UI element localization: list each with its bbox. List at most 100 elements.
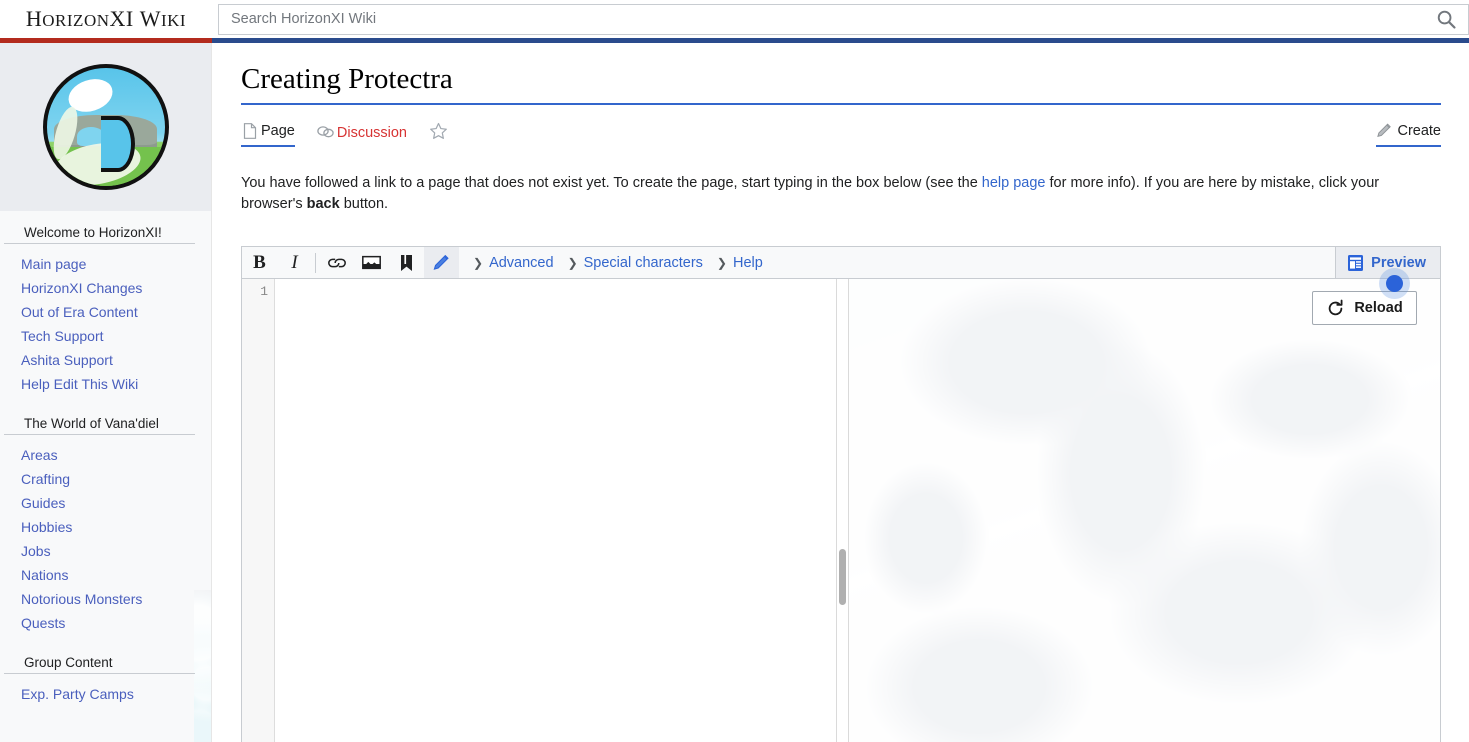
sidebar-item-nations[interactable]: Nations — [0, 563, 211, 587]
sidebar-item-horizonxi-changes[interactable]: HorizonXI Changes — [0, 276, 211, 300]
italic-button[interactable]: I — [277, 247, 312, 278]
editor-toolbar: B I ❯ Advanced ❯ Special characters ❯ He… — [242, 247, 1440, 279]
discussion-icon — [317, 124, 334, 141]
sidebar-item-exp-party-camps[interactable]: Exp. Party Camps — [0, 682, 211, 706]
chevron-right-icon: ❯ — [473, 255, 484, 270]
menu-special-characters[interactable]: ❯ Special characters — [568, 255, 703, 271]
page-tabs: Page Discussion Create — [241, 115, 1441, 147]
site-logo-wordmark[interactable]: HORIZONXI WIKI — [0, 0, 212, 38]
list-item: Nations — [0, 563, 211, 587]
menu-special-characters-label: Special characters — [583, 254, 703, 271]
list-item: Quests — [0, 611, 211, 635]
reload-icon — [1326, 299, 1345, 318]
create-label: Create — [1397, 122, 1441, 139]
editor-body: 1 — [242, 279, 1440, 742]
star-icon[interactable] — [429, 122, 448, 147]
image-icon[interactable] — [354, 247, 389, 278]
preview-label: Preview — [1371, 254, 1426, 271]
pencil-icon — [1376, 122, 1393, 139]
brand-small-caps: ORIZON — [42, 11, 110, 30]
mouse-cursor-marker — [1386, 275, 1403, 292]
search-box[interactable] — [218, 3, 1469, 35]
sidebar-section: The World of Vana'diel Areas Crafting Guide… — [0, 416, 211, 649]
sidebar-link-list: Main page HorizonXI Changes Out of Era Con… — [0, 252, 211, 410]
list-item: Hobbies — [0, 515, 211, 539]
menu-help[interactable]: ❯ Help — [717, 255, 763, 271]
sidebar-link-list: Areas Crafting Guides Hobbies Jobs Nations Not… — [0, 443, 211, 649]
search-area — [212, 0, 1469, 38]
sidebar-section-heading: The World of Vana'diel — [4, 416, 195, 435]
scrollbar-thumb[interactable] — [839, 549, 846, 605]
sidebar-item-out-of-era-content[interactable]: Out of Era Content — [0, 300, 211, 324]
list-item: Areas — [0, 443, 211, 467]
sidebar-item-areas[interactable]: Areas — [0, 443, 211, 467]
line-number-gutter: 1 — [242, 279, 275, 742]
tab-page[interactable]: Page — [241, 122, 295, 147]
preview-button[interactable]: Preview — [1335, 247, 1440, 278]
sidebar-item-notorious-monsters[interactable]: Notorious Monsters — [0, 587, 211, 611]
sidebar-link-list: Exp. Party Camps — [0, 682, 211, 720]
tab-page-label: Page — [261, 122, 295, 139]
menu-advanced-label: Advanced — [489, 254, 554, 271]
list-item: HorizonXI Changes — [0, 276, 211, 300]
sidebar-logo-panel — [0, 43, 211, 211]
menu-help-label: Help — [732, 254, 763, 271]
sidebar-item-quests[interactable]: Quests — [0, 611, 211, 635]
chevron-right-icon-2: ❯ — [567, 255, 578, 270]
signature-pencil-icon[interactable] — [424, 247, 459, 278]
brand-text: HORIZONXI WIKI — [25, 6, 187, 31]
reload-label: Reload — [1354, 300, 1403, 316]
site-header: HORIZONXI WIKI — [0, 0, 1469, 38]
wikitext-input[interactable] — [275, 279, 837, 742]
live-preview-pane — [849, 279, 1440, 742]
list-item: Jobs — [0, 539, 211, 563]
tab-discussion-label: Discussion — [336, 124, 407, 141]
list-item: Out of Era Content — [0, 300, 211, 324]
list-item: Guides — [0, 491, 211, 515]
bookmark-icon[interactable] — [389, 247, 424, 278]
link-icon[interactable] — [319, 247, 354, 278]
chevron-right-icon-3: ❯ — [716, 255, 727, 270]
list-item: Exp. Party Camps — [0, 682, 211, 706]
list-item: Main page — [0, 252, 211, 276]
sidebar-item-guides[interactable]: Guides — [0, 491, 211, 515]
list-item: Help Edit This Wiki — [0, 372, 211, 396]
sidebar-section-heading: Welcome to HorizonXI! — [4, 225, 195, 244]
brand-small-caps-2: IKI — [160, 11, 187, 30]
page-icon — [241, 122, 258, 139]
sidebar-item-ashita-support[interactable]: Ashita Support — [0, 348, 211, 372]
reload-button[interactable]: Reload — [1312, 291, 1417, 325]
title-divider — [241, 103, 1441, 105]
list-item: Notorious Monsters — [0, 587, 211, 611]
sidebar-navigation: Welcome to HorizonXI! Main page HorizonXI … — [0, 211, 211, 720]
wikitext-editor: B I ❯ Advanced ❯ Special characters ❯ He… — [241, 246, 1441, 742]
editor-scrollbar[interactable] — [837, 279, 849, 742]
list-item: Crafting — [0, 467, 211, 491]
sidebar-section: Welcome to HorizonXI! Main page HorizonXI … — [0, 225, 211, 410]
list-item: Ashita Support — [0, 348, 211, 372]
sidebar-item-crafting[interactable]: Crafting — [0, 467, 211, 491]
bold-button[interactable]: B — [242, 247, 277, 278]
toolbar-separator — [315, 252, 316, 273]
preview-document-icon — [1347, 254, 1364, 272]
help-page-link[interactable]: help page — [982, 175, 1046, 191]
sidebar-section: Group Content Exp. Party Camps — [0, 655, 211, 720]
sidebar: Welcome to HorizonXI! Main page HorizonXI … — [0, 43, 212, 742]
sidebar-item-jobs[interactable]: Jobs — [0, 539, 211, 563]
sidebar-item-main-page[interactable]: Main page — [0, 252, 211, 276]
logo-tail-shape — [100, 116, 135, 172]
search-input[interactable] — [219, 4, 1424, 34]
preview-watermark-image — [849, 279, 1440, 742]
sidebar-item-hobbies[interactable]: Hobbies — [0, 515, 211, 539]
intro-part-3: button. — [339, 196, 389, 212]
page-not-exist-message: You have followed a link to a page that … — [241, 173, 1441, 215]
intro-part-1: You have followed a link to a page that … — [241, 175, 982, 191]
page-title: Creating Protectra — [241, 63, 453, 95]
tab-discussion[interactable]: Discussion — [317, 124, 407, 147]
sidebar-item-help-edit-this-wiki[interactable]: Help Edit This Wiki — [0, 372, 211, 396]
intro-bold-back: back — [306, 196, 340, 212]
menu-advanced[interactable]: ❯ Advanced — [473, 255, 554, 271]
create-button[interactable]: Create — [1376, 122, 1441, 147]
search-icon[interactable] — [1424, 5, 1468, 34]
sidebar-item-tech-support[interactable]: Tech Support — [0, 324, 211, 348]
